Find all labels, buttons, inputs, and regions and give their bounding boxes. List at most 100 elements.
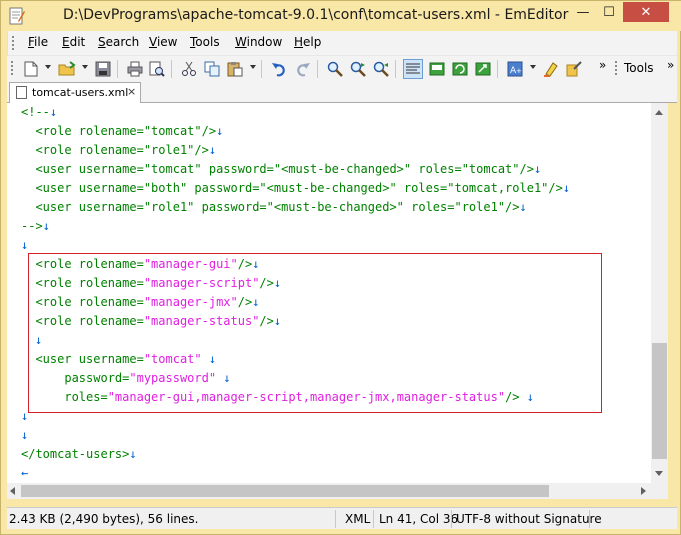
code-text: /> bbox=[259, 276, 274, 290]
status-separator bbox=[335, 510, 336, 528]
scroll-down-icon[interactable] bbox=[655, 471, 663, 476]
vertical-scroll-thumb[interactable] bbox=[652, 343, 667, 459]
code-text: password= bbox=[21, 371, 130, 385]
code-text: <user username="role1" password="<must-b… bbox=[21, 200, 520, 214]
code-line: ← bbox=[21, 464, 28, 483]
attribute-value: "mypassword" bbox=[129, 371, 217, 385]
newline-mark: ↓ bbox=[273, 276, 282, 290]
tab-tomcat-users[interactable]: tomcat-users.xml × bbox=[9, 82, 141, 103]
code-line: ↓ bbox=[21, 407, 28, 426]
code-line: <user username="tomcat" ↓ bbox=[21, 350, 216, 369]
menu-edit[interactable]: Edit bbox=[62, 35, 85, 49]
code-line: <role rolename="manager-gui"/>↓ bbox=[21, 255, 259, 274]
editor-window: D:\DevPrograms\apache-tomcat-9.0.1\conf\… bbox=[0, 0, 681, 535]
code-line: <user username="role1" password="<must-b… bbox=[21, 198, 527, 217]
code-line: </tomcat-users>↓ bbox=[21, 445, 137, 464]
maximize-button[interactable]: ☐ bbox=[596, 2, 622, 22]
menu-tools[interactable]: Tools bbox=[190, 35, 220, 49]
newline-mark: ↓ bbox=[216, 124, 224, 138]
toggle-3-icon[interactable] bbox=[473, 59, 493, 79]
attribute-value: "manager-script" bbox=[143, 276, 260, 290]
undo-icon[interactable] bbox=[269, 59, 289, 79]
attribute-value: "manager-gui,manager-script,manager-jmx,… bbox=[107, 390, 506, 404]
marker-icon[interactable] bbox=[541, 59, 561, 79]
newline-mark: ↓ bbox=[42, 219, 50, 233]
scroll-right-icon[interactable] bbox=[641, 487, 646, 495]
newline-mark: ↓ bbox=[49, 105, 58, 119]
cut-icon[interactable] bbox=[179, 59, 199, 79]
toggle-1-icon[interactable] bbox=[427, 59, 447, 79]
new-file-icon[interactable] bbox=[21, 59, 41, 79]
code-text: <role rolename= bbox=[21, 295, 144, 309]
code-line: <user username="tomcat" password="<must-… bbox=[21, 160, 541, 179]
menu-grip[interactable] bbox=[11, 35, 15, 51]
menu-help[interactable]: Help bbox=[294, 35, 321, 49]
title-bar[interactable]: D:\DevPrograms\apache-tomcat-9.0.1\conf\… bbox=[1, 1, 681, 31]
menu-view[interactable]: View bbox=[149, 35, 177, 49]
find-next-icon[interactable] bbox=[348, 59, 368, 79]
tools-toolbar-label[interactable]: Tools bbox=[624, 61, 654, 75]
window-title: D:\DevPrograms\apache-tomcat-9.0.1\conf\… bbox=[63, 7, 569, 23]
tools-toolbar-grip[interactable] bbox=[614, 60, 618, 76]
code-line: roles="manager-gui,manager-script,manage… bbox=[21, 388, 534, 407]
paste-dropdown-icon[interactable] bbox=[250, 65, 256, 69]
redo-icon[interactable] bbox=[293, 59, 313, 79]
status-encoding[interactable]: UTF-8 without Signature bbox=[456, 512, 602, 526]
encoding-icon[interactable]: A + bbox=[505, 59, 525, 79]
newline-mark: ↓ bbox=[562, 181, 571, 195]
scroll-left-icon[interactable] bbox=[10, 487, 15, 495]
copy-icon[interactable] bbox=[202, 59, 222, 79]
menu-search-mnemonic: S bbox=[98, 35, 106, 49]
open-folder-icon[interactable] bbox=[57, 59, 77, 79]
menu-help-label: elp bbox=[303, 35, 322, 49]
tab-close-icon[interactable]: × bbox=[127, 85, 136, 98]
newline-mark: ↓ bbox=[208, 143, 217, 157]
menu-window[interactable]: Window bbox=[235, 35, 282, 49]
code-text: <role rolename= bbox=[21, 314, 144, 328]
status-file-size: 2.43 KB (2,490 bytes), 56 lines. bbox=[9, 512, 199, 526]
toolbar-separator bbox=[317, 60, 318, 78]
menu-help-mnemonic: H bbox=[294, 35, 304, 49]
paste-icon[interactable] bbox=[225, 59, 245, 79]
vertical-scrollbar[interactable] bbox=[651, 103, 668, 483]
code-text: <role rolename= bbox=[21, 276, 144, 290]
find-previous-icon[interactable] bbox=[371, 59, 391, 79]
code-line: <!--↓ bbox=[21, 103, 57, 122]
toolbar-grip[interactable] bbox=[10, 60, 14, 76]
new-file-dropdown-icon[interactable] bbox=[45, 65, 51, 69]
menu-window-label: indow bbox=[246, 35, 283, 49]
horizontal-scrollbar[interactable] bbox=[7, 483, 651, 499]
app-icon bbox=[9, 7, 25, 25]
print-icon[interactable] bbox=[125, 59, 145, 79]
minimize-button[interactable]: — bbox=[570, 2, 596, 22]
scroll-up-icon[interactable] bbox=[655, 110, 663, 115]
toggle-2-icon[interactable] bbox=[450, 59, 470, 79]
close-button[interactable]: ✕ bbox=[623, 2, 669, 22]
save-icon[interactable] bbox=[93, 59, 113, 79]
find-icon[interactable] bbox=[325, 59, 345, 79]
menu-search[interactable]: Search bbox=[98, 35, 139, 49]
toolbar-separator bbox=[117, 60, 118, 78]
newline-mark: ↓ bbox=[208, 352, 217, 366]
encoding-dropdown-icon[interactable] bbox=[530, 65, 536, 69]
word-wrap-icon[interactable] bbox=[403, 59, 423, 79]
print-preview-icon[interactable] bbox=[147, 59, 167, 79]
menu-file[interactable]: File bbox=[28, 35, 48, 49]
code-line: ↓ bbox=[35, 331, 42, 350]
status-mode[interactable]: XML bbox=[345, 512, 370, 526]
newline-mark: ↓ bbox=[519, 200, 527, 214]
status-position[interactable]: Ln 41, Col 36 bbox=[379, 512, 458, 526]
code-line: <user username="both" password="<must-be… bbox=[21, 179, 570, 198]
status-separator bbox=[451, 510, 452, 528]
config-icon[interactable] bbox=[564, 59, 584, 79]
tools-overflow-icon[interactable]: » bbox=[667, 58, 674, 72]
open-dropdown-icon[interactable] bbox=[82, 65, 88, 69]
eof-mark: ← bbox=[21, 466, 29, 480]
tab-bar: tomcat-users.xml × bbox=[7, 81, 677, 103]
newline-mark: ↓ bbox=[252, 295, 260, 309]
toolbar-overflow-icon[interactable]: » bbox=[599, 58, 606, 72]
newline-mark: ↓ bbox=[35, 333, 43, 347]
attribute-value: "tomcat" bbox=[143, 352, 202, 366]
horizontal-scroll-thumb[interactable] bbox=[21, 485, 549, 497]
text-editor[interactable]: <!--↓ <role rolename="tomcat"/>↓ <role r… bbox=[7, 103, 651, 483]
